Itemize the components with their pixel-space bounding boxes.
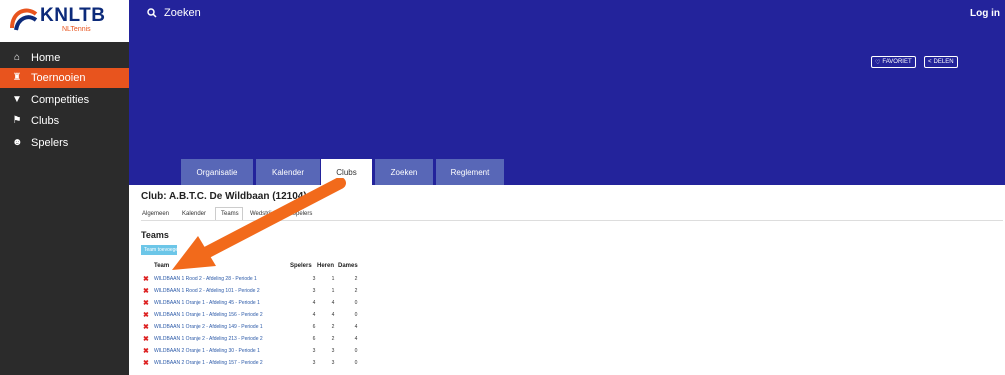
logo[interactable]: KNLTB NLTennis — [0, 0, 129, 42]
header-banner: Zoeken Log in ♡ FAVORIET < DELEN — [129, 0, 1005, 185]
team-link[interactable]: WILDBAAN 1 Oranje 1 - Afdeling 45 - Peri… — [154, 300, 260, 306]
tab-reglement[interactable]: Reglement — [436, 159, 504, 185]
divider — [141, 220, 1003, 221]
table-row: ✖ WILDBAAN 1 Oranje 2 - Afdeling 213 - P… — [141, 334, 366, 346]
table-row: ✖ WILDBAAN 1 Rood 2 - Afdeling 28 - Peri… — [141, 274, 366, 286]
users-icon: ☻ — [12, 137, 23, 148]
column-header-team: Team — [154, 263, 170, 269]
delen-label: DELEN — [933, 59, 954, 65]
heren-count: 2 — [331, 336, 335, 342]
flag-icon: ⚑ — [12, 115, 22, 126]
table-row: ✖ WILDBAAN 2 Oranje 1 - Afdeling 157 - P… — [141, 358, 366, 370]
team-link[interactable]: WILDBAAN 2 Oranje 1 - Afdeling 157 - Per… — [154, 360, 263, 366]
trophy-icon: ♜ — [12, 72, 22, 83]
heren-count: 1 — [331, 288, 335, 294]
knltb-logo-icon — [10, 8, 38, 31]
table-row: ✖ WILDBAAN 1 Oranje 1 - Afdeling 156 - P… — [141, 310, 366, 322]
remove-icon[interactable]: ✖ — [143, 299, 149, 307]
spelers-count: 3 — [312, 288, 316, 294]
tab-clubs[interactable]: Clubs — [321, 159, 372, 185]
subtab-wedstrijden[interactable]: Wedstrijden — [250, 211, 282, 217]
dames-count: 0 — [354, 348, 358, 354]
login-link[interactable]: Log in — [970, 8, 1000, 19]
brand-sub: NLTennis — [62, 26, 91, 33]
search-icon — [147, 8, 157, 18]
dames-count: 0 — [354, 300, 358, 306]
spelers-count: 4 — [312, 312, 316, 318]
sidebar-item-clubs[interactable]: ⚑ Clubs — [0, 111, 129, 131]
cup-icon: ▼ — [12, 94, 22, 105]
subtab-kalender[interactable]: Kalender — [182, 211, 206, 217]
remove-icon[interactable]: ✖ — [143, 311, 149, 319]
remove-icon[interactable]: ✖ — [143, 275, 149, 283]
subtab-spelers[interactable]: Spelers — [292, 211, 312, 217]
team-link[interactable]: WILDBAAN 1 Oranje 2 - Afdeling 149 - Per… — [154, 324, 263, 330]
heren-count: 3 — [331, 348, 335, 354]
dames-count: 2 — [354, 276, 358, 282]
tab-kalender[interactable]: Kalender — [256, 159, 320, 185]
delen-button[interactable]: < DELEN — [924, 56, 958, 68]
dames-count: 2 — [354, 288, 358, 294]
add-team-button[interactable]: Team toevoegen — [141, 245, 177, 255]
column-header-dames: Dames — [338, 263, 358, 269]
brand-name: KNLTB — [40, 5, 106, 26]
column-header-spelers: Spelers — [290, 263, 312, 269]
share-icon: < — [928, 59, 932, 65]
sidebar-item-label: Spelers — [31, 137, 69, 149]
team-link[interactable]: WILDBAAN 1 Oranje 1 - Afdeling 156 - Per… — [154, 312, 263, 318]
subtab-algemeen[interactable]: Algemeen — [142, 211, 169, 217]
dames-count: 0 — [354, 312, 358, 318]
home-icon: ⌂ — [13, 52, 21, 63]
spelers-count: 6 — [312, 324, 316, 330]
dames-count: 0 — [354, 360, 358, 366]
remove-icon[interactable]: ✖ — [143, 335, 149, 343]
column-header-heren: Heren — [317, 263, 335, 269]
team-link[interactable]: WILDBAAN 1 Oranje 2 - Afdeling 213 - Per… — [154, 336, 263, 342]
heren-count: 4 — [331, 312, 335, 318]
sidebar-item-label: Home — [31, 52, 61, 64]
remove-icon[interactable]: ✖ — [143, 359, 149, 367]
heren-count: 2 — [331, 324, 335, 330]
sidebar-item-spelers[interactable]: ☻ Spelers — [0, 133, 129, 153]
favoriet-label: FAVORIET — [882, 59, 912, 65]
favoriet-button[interactable]: ♡ FAVORIET — [871, 56, 916, 68]
subtab-teams[interactable]: Teams — [221, 211, 239, 217]
heren-count: 4 — [331, 300, 335, 306]
table-row: ✖ WILDBAAN 1 Oranje 1 - Afdeling 45 - Pe… — [141, 298, 366, 310]
spelers-count: 3 — [312, 348, 316, 354]
sidebar-item-label: Toernooien — [31, 72, 86, 84]
spelers-count: 3 — [312, 276, 316, 282]
spelers-count: 3 — [312, 360, 316, 366]
remove-icon[interactable]: ✖ — [143, 323, 149, 331]
team-link[interactable]: WILDBAAN 2 Oranje 1 - Afdeling 30 - Peri… — [154, 348, 260, 354]
heren-count: 1 — [331, 276, 335, 282]
teams-heading: Teams — [141, 230, 169, 240]
sidebar-item-home[interactable]: ⌂ Home — [0, 48, 129, 68]
table-row: ✖ WILDBAAN 2 Oranje 1 - Afdeling 30 - Pe… — [141, 346, 366, 358]
sidebar-item-toernooien[interactable]: ♜ Toernooien — [0, 68, 129, 88]
remove-icon[interactable]: ✖ — [143, 347, 149, 355]
spelers-count: 6 — [312, 336, 316, 342]
spelers-count: 4 — [312, 300, 316, 306]
heren-count: 3 — [331, 360, 335, 366]
dames-count: 4 — [354, 336, 358, 342]
team-link[interactable]: WILDBAAN 1 Rood 2 - Afdeling 101 - Perio… — [154, 288, 260, 294]
page-title: Club: A.B.T.C. De Wildbaan (12104) — [141, 191, 307, 202]
dames-count: 4 — [354, 324, 358, 330]
table-row: ✖ WILDBAAN 1 Rood 2 - Afdeling 101 - Per… — [141, 286, 366, 298]
tab-zoeken[interactable]: Zoeken — [375, 159, 433, 185]
search-label: Zoeken — [164, 7, 201, 19]
sidebar-item-label: Clubs — [31, 115, 60, 127]
table-row: ✖ WILDBAAN 1 Oranje 2 - Afdeling 149 - P… — [141, 322, 366, 334]
team-link[interactable]: WILDBAAN 1 Rood 2 - Afdeling 28 - Period… — [154, 276, 257, 282]
search-trigger[interactable]: Zoeken — [147, 7, 201, 19]
sidebar: KNLTB NLTennis ⌂ Home ♜ Toernooien ▼ Com… — [0, 0, 129, 375]
tab-organisatie[interactable]: Organisatie — [181, 159, 253, 185]
heart-icon: ♡ — [875, 59, 881, 66]
sidebar-item-competities[interactable]: ▼ Competities — [0, 90, 129, 110]
remove-icon[interactable]: ✖ — [143, 287, 149, 295]
sidebar-item-label: Competities — [31, 94, 90, 106]
